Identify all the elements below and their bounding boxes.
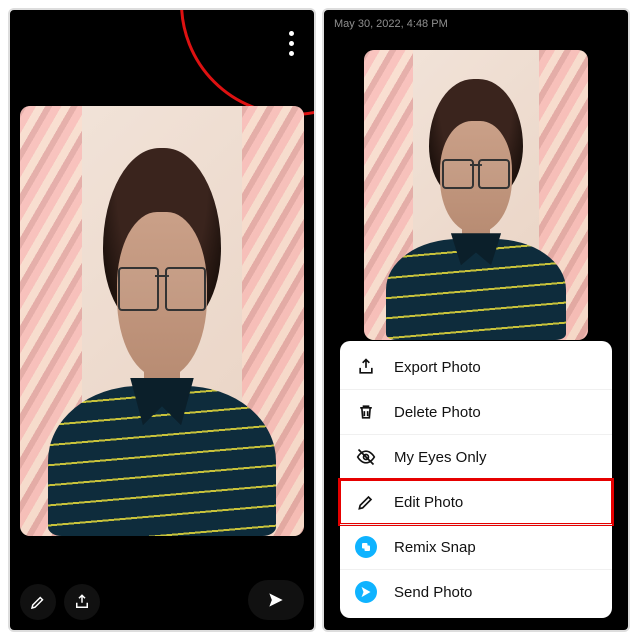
phone-left	[8, 8, 316, 632]
more-options-button[interactable]	[282, 28, 300, 58]
eye-slash-icon	[354, 445, 378, 469]
menu-send-photo[interactable]: Send Photo	[340, 569, 612, 614]
menu-label: Edit Photo	[394, 494, 463, 511]
menu-label: Remix Snap	[394, 539, 476, 556]
menu-delete-photo[interactable]: Delete Photo	[340, 389, 612, 434]
menu-label: Send Photo	[394, 584, 472, 601]
send-button[interactable]	[248, 580, 304, 620]
memory-photo[interactable]	[20, 106, 304, 536]
edit-button[interactable]	[20, 584, 56, 620]
menu-remix-snap[interactable]: Remix Snap	[340, 524, 612, 569]
context-menu: Export Photo Delete Photo My Eyes Only E…	[340, 341, 612, 618]
export-button[interactable]	[64, 584, 100, 620]
menu-my-eyes-only[interactable]: My Eyes Only	[340, 434, 612, 479]
menu-edit-photo[interactable]: Edit Photo	[340, 479, 612, 524]
photo-timestamp: May 30, 2022, 4:48 PM	[334, 18, 448, 30]
pencil-icon	[354, 490, 378, 514]
export-icon	[354, 355, 378, 379]
remix-icon	[354, 535, 378, 559]
annotation-circle	[180, 8, 316, 116]
menu-label: Delete Photo	[394, 404, 481, 421]
menu-export-photo[interactable]: Export Photo	[340, 345, 612, 389]
memory-photo-thumb[interactable]	[364, 50, 588, 340]
phone-right: May 30, 2022, 4:48 PM Export Photo	[322, 8, 630, 632]
menu-label: Export Photo	[394, 359, 481, 376]
trash-icon	[354, 400, 378, 424]
bottom-toolbar	[10, 578, 314, 620]
send-icon	[354, 580, 378, 604]
annotation-highlight	[338, 478, 614, 526]
menu-label: My Eyes Only	[394, 449, 487, 466]
